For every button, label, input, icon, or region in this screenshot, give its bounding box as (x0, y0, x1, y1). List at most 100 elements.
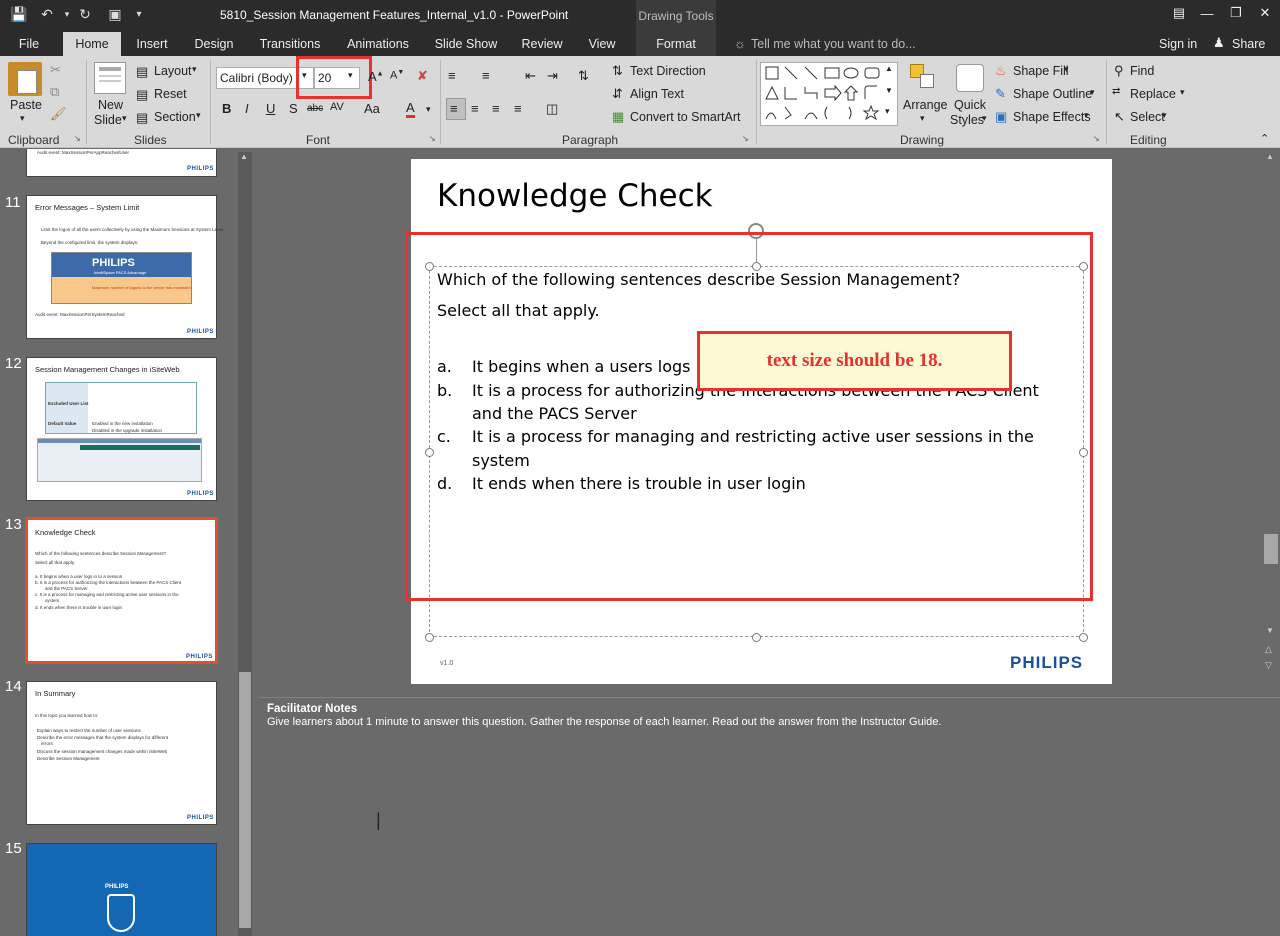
review-comment-callout[interactable]: text size should be 18. (697, 331, 1012, 391)
slide-thumbnail-14[interactable]: In Summary In this topic you learned how… (26, 681, 217, 825)
clear-formatting-icon[interactable]: ✘ (417, 68, 428, 84)
tab-design[interactable]: Design (188, 32, 240, 56)
resize-handle[interactable] (1079, 448, 1088, 457)
replace-button[interactable]: Replace (1130, 87, 1176, 101)
quick-styles-label-1[interactable]: Quick (954, 98, 986, 112)
customize-qat-icon[interactable]: ▾ (128, 3, 150, 25)
resize-handle[interactable] (1079, 633, 1088, 642)
new-slide-dropdown-icon[interactable]: ▾ (122, 113, 127, 124)
ribbon-display-icon[interactable]: ▤ (1164, 0, 1194, 26)
share-button[interactable]: Share (1232, 37, 1265, 51)
collapse-ribbon-icon[interactable]: ⌃ (1260, 132, 1269, 145)
tell-me-input[interactable]: Tell me what you want to do... (751, 37, 916, 51)
change-case-button[interactable]: Aa (364, 101, 380, 116)
close-icon[interactable]: ✕ (1250, 0, 1280, 26)
resize-handle[interactable] (425, 262, 434, 271)
increase-indent-icon[interactable]: ⇥ (547, 68, 558, 84)
line-spacing-icon[interactable]: ⇅ (578, 68, 589, 84)
slide-thumbnail-10[interactable]: Audit event: MaxSessionPerAppReachedUser… (26, 149, 217, 177)
tab-slide-show[interactable]: Slide Show (430, 32, 502, 56)
shrink-font-icon[interactable]: A▼ (390, 69, 404, 82)
tab-format[interactable]: Format (636, 32, 716, 56)
undo-icon[interactable]: ↶ (36, 3, 58, 25)
paste-dropdown-icon[interactable]: ▾ (20, 113, 25, 124)
previous-slide-icon[interactable]: △ (1265, 644, 1272, 655)
slide-scroll-thumb[interactable] (1264, 534, 1278, 564)
layout-button[interactable]: Layout (154, 64, 192, 78)
section-dropdown-icon[interactable]: ▾ (196, 110, 201, 121)
resize-handle[interactable] (425, 448, 434, 457)
underline-button[interactable]: U (266, 101, 275, 116)
decrease-indent-icon[interactable]: ⇤ (525, 68, 536, 84)
arrange-button[interactable]: Arrange (903, 98, 947, 112)
gallery-down-icon[interactable]: ▼ (885, 86, 893, 95)
find-button[interactable]: Find (1130, 64, 1154, 78)
minimize-icon[interactable]: — (1192, 0, 1222, 26)
align-center-icon[interactable]: ≡ (471, 101, 479, 116)
select-dropdown-icon[interactable]: ▾ (1162, 110, 1167, 121)
restore-icon[interactable]: ❐ (1221, 0, 1251, 26)
scroll-down-icon[interactable]: ▼ (1266, 626, 1274, 635)
paragraph-launcher-icon[interactable]: ↘ (742, 134, 749, 143)
font-color-dropdown-icon[interactable]: ▾ (426, 104, 431, 115)
numbering-icon[interactable]: ≡ (482, 68, 490, 83)
slide-scrollbar[interactable] (1263, 149, 1280, 697)
tab-file[interactable]: File (8, 32, 50, 56)
text-direction-button[interactable]: Text Direction (630, 64, 706, 78)
new-slide-label-2[interactable]: Slide (94, 113, 122, 127)
paste-button[interactable]: Paste (10, 98, 42, 112)
quick-styles-dropdown-icon[interactable]: ▾ (982, 113, 987, 124)
slide-thumbnail-11[interactable]: Error Messages – System Limit Limit the … (26, 195, 224, 339)
tab-review[interactable]: Review (516, 32, 568, 56)
repeat-icon[interactable]: ↻ (74, 3, 96, 25)
slide-thumbnail-15[interactable]: PHILIPS (26, 843, 217, 936)
italic-button[interactable]: I (245, 101, 249, 116)
align-text-button[interactable]: Align Text (630, 87, 684, 101)
shape-fill-button[interactable]: Shape Fill (1013, 64, 1069, 78)
tab-animations[interactable]: Animations (340, 32, 416, 56)
next-slide-icon[interactable]: ▽ (1265, 660, 1272, 671)
shape-effects-dropdown-icon[interactable]: ▾ (1084, 110, 1089, 121)
shadow-button[interactable]: S (289, 101, 298, 116)
bold-button[interactable]: B (222, 101, 231, 116)
reset-button[interactable]: Reset (154, 87, 187, 101)
grow-font-icon[interactable]: A▲ (368, 69, 384, 84)
resize-handle[interactable] (425, 633, 434, 642)
shapes-gallery[interactable] (760, 62, 898, 126)
font-launcher-icon[interactable]: ↘ (429, 134, 436, 143)
thumbnail-scroll-thumb[interactable] (239, 672, 251, 928)
arrange-dropdown-icon[interactable]: ▾ (920, 113, 925, 124)
quick-styles-label-2[interactable]: Styles (950, 113, 984, 127)
convert-smartart-button[interactable]: Convert to SmartArt (630, 110, 740, 124)
gallery-more-icon[interactable]: ▾ (885, 106, 890, 117)
format-painter-icon[interactable]: 🖌 (50, 106, 67, 122)
replace-dropdown-icon[interactable]: ▾ (1180, 87, 1185, 98)
scroll-up-icon[interactable]: ▲ (240, 152, 248, 161)
tab-view[interactable]: View (584, 32, 620, 56)
copy-icon[interactable]: ⧉ (50, 84, 59, 100)
new-slide-label-1[interactable]: New (98, 98, 123, 112)
shape-fill-dropdown-icon[interactable]: ▾ (1064, 64, 1069, 75)
shape-outline-dropdown-icon[interactable]: ▾ (1090, 87, 1095, 98)
select-button[interactable]: Select (1130, 110, 1165, 124)
font-color-button[interactable]: A (406, 101, 415, 118)
sign-in-link[interactable]: Sign in (1159, 37, 1197, 51)
section-button[interactable]: Section (154, 110, 196, 124)
shape-outline-button[interactable]: Shape Outline (1013, 87, 1092, 101)
notes-body[interactable]: Give learners about 1 minute to answer t… (267, 716, 941, 728)
resize-handle[interactable] (752, 633, 761, 642)
clipboard-launcher-icon[interactable]: ↘ (74, 134, 81, 143)
scroll-up-icon[interactable]: ▲ (1266, 152, 1274, 161)
tab-home[interactable]: Home (63, 32, 121, 56)
bullets-icon[interactable]: ≡ (448, 68, 456, 83)
resize-handle[interactable] (1079, 262, 1088, 271)
cut-icon[interactable]: ✂ (50, 62, 61, 78)
tab-transitions[interactable]: Transitions (252, 32, 328, 56)
columns-icon[interactable]: ◫ (546, 101, 558, 117)
slide-title[interactable]: Knowledge Check (437, 178, 713, 214)
strikethrough-button[interactable]: abc (307, 103, 323, 114)
gallery-up-icon[interactable]: ▲ (885, 64, 893, 73)
justify-icon[interactable]: ≡ (514, 101, 522, 116)
character-spacing-button[interactable]: AV (330, 101, 344, 113)
save-icon[interactable]: 💾 (8, 3, 30, 25)
